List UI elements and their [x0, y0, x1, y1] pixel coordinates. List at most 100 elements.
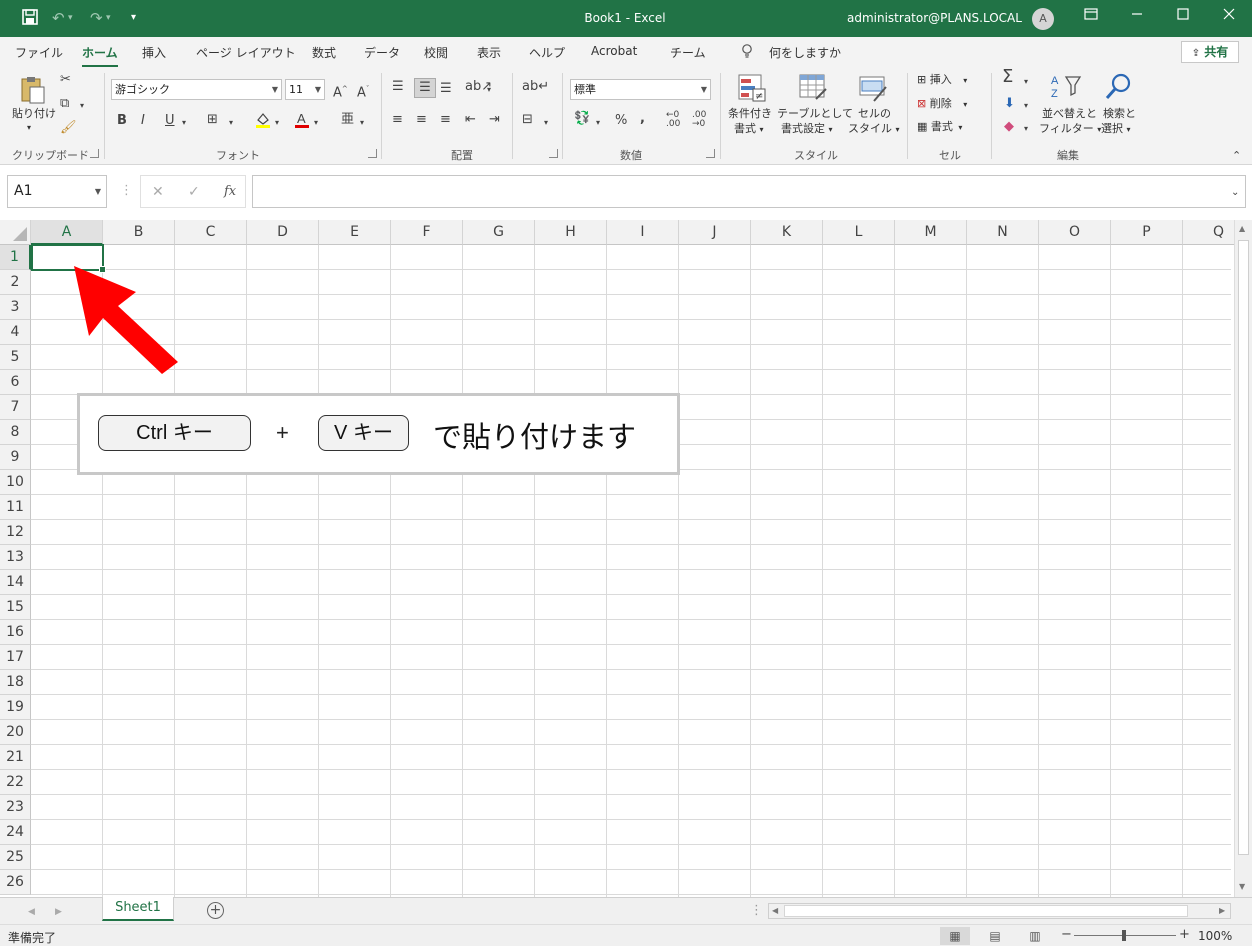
orientation-dropdown-icon[interactable]: ▾ [487, 83, 491, 97]
redo-dropdown-icon[interactable]: ▾ [106, 13, 111, 23]
tab-view[interactable]: 表示 [477, 44, 501, 61]
fill-color-dropdown-icon[interactable]: ▾ [275, 116, 279, 130]
scroll-thumb[interactable] [784, 905, 1188, 917]
column-header-g[interactable]: G [463, 220, 535, 245]
scroll-up-icon[interactable]: ▲ [1239, 224, 1245, 233]
formula-input[interactable]: ⌄ [252, 175, 1246, 208]
merge-center-icon[interactable]: ⊟ [522, 113, 533, 127]
accounting-dropdown-icon[interactable]: ▾ [596, 116, 600, 130]
row-header-13[interactable]: 13 [0, 545, 31, 570]
conditional-format-button[interactable]: 書式 ▾ [734, 122, 764, 137]
decrease-decimal-icon[interactable]: .00 →0 [692, 111, 706, 129]
underline-icon[interactable]: U [165, 114, 175, 128]
increase-indent-icon[interactable]: ⇥ [489, 113, 500, 127]
share-button[interactable]: ⇪ 共有 [1181, 41, 1239, 63]
percent-style-icon[interactable]: % [615, 114, 627, 128]
row-header-24[interactable]: 24 [0, 820, 31, 845]
font-launcher-icon[interactable] [368, 149, 377, 158]
accounting-format-icon[interactable]: 💱 [574, 112, 590, 126]
comma-style-icon[interactable]: , [640, 112, 645, 126]
conditional-format-icon[interactable]: ≠ [737, 73, 767, 106]
column-header-b[interactable]: B [103, 220, 175, 245]
scroll-left-icon[interactable]: ◀ [772, 904, 778, 918]
row-header-15[interactable]: 15 [0, 595, 31, 620]
column-header-d[interactable]: D [247, 220, 319, 245]
row-header-11[interactable]: 11 [0, 495, 31, 520]
minimize-icon[interactable] [1122, 8, 1152, 24]
font-size-combo[interactable]: 11 ▼ [285, 79, 325, 100]
row-header-17[interactable]: 17 [0, 645, 31, 670]
column-header-h[interactable]: H [535, 220, 607, 245]
italic-icon[interactable]: I [141, 114, 145, 128]
increase-decimal-icon[interactable]: ←0.00 [666, 111, 680, 129]
insert-cells-button[interactable]: ⊞ 挿入 ▾ [917, 73, 967, 88]
format-as-table-button[interactable]: 書式設定 ▾ [781, 122, 833, 137]
row-header-14[interactable]: 14 [0, 570, 31, 595]
row-header-8[interactable]: 8 [0, 420, 31, 445]
row-header-9[interactable]: 9 [0, 445, 31, 470]
align-left-icon[interactable]: ≡ [392, 113, 403, 127]
name-box[interactable]: A1 ▼ [7, 175, 107, 208]
next-sheet-icon[interactable]: ▶ [55, 905, 62, 919]
add-sheet-icon[interactable]: + [207, 902, 224, 919]
row-header-2[interactable]: 2 [0, 270, 31, 295]
customize-qat-icon[interactable]: ▾ [131, 12, 136, 23]
row-header-16[interactable]: 16 [0, 620, 31, 645]
maximize-icon[interactable] [1168, 8, 1198, 24]
undo-dropdown-icon[interactable]: ▾ [68, 13, 73, 23]
borders-icon[interactable]: ⊞ [207, 113, 218, 127]
find-select-icon[interactable] [1103, 72, 1133, 105]
fill-color-icon[interactable] [255, 111, 271, 133]
conditional-format-label1[interactable]: 条件付き [728, 107, 772, 121]
wrap-text-icon[interactable]: ab↵ [522, 80, 549, 94]
select-all-button[interactable] [0, 220, 31, 245]
tell-me-search[interactable]: 何をしますか [769, 44, 841, 61]
sort-filter-icon[interactable]: AZ [1050, 73, 1082, 104]
tab-insert[interactable]: 挿入 [142, 44, 166, 61]
paste-label[interactable]: 貼り付け [12, 107, 56, 121]
clear-icon[interactable]: ◆ [1004, 120, 1014, 134]
scroll-right-icon[interactable]: ▶ [1219, 904, 1225, 918]
align-middle-icon[interactable]: ☰ [414, 78, 436, 98]
phonetic-dropdown-icon[interactable]: ▾ [360, 116, 364, 130]
tab-formulas[interactable]: 数式 [312, 44, 336, 61]
expand-formula-bar-icon[interactable]: ⌄ [1231, 186, 1239, 200]
row-header-21[interactable]: 21 [0, 745, 31, 770]
number-launcher-icon[interactable] [706, 149, 715, 158]
paste-button[interactable] [18, 75, 48, 108]
tab-page-layout[interactable]: ページ レイアウト [196, 44, 296, 61]
row-header-23[interactable]: 23 [0, 795, 31, 820]
page-break-view-icon[interactable]: ▥ [1020, 927, 1050, 945]
sort-filter-button[interactable]: フィルター ▾ [1039, 122, 1101, 137]
column-header-f[interactable]: F [391, 220, 463, 245]
cell-styles-icon[interactable] [858, 73, 888, 106]
borders-dropdown-icon[interactable]: ▾ [229, 116, 233, 130]
font-name-combo[interactable]: 游ゴシック ▼ [111, 79, 282, 100]
cut-icon[interactable]: ✂ [60, 73, 71, 87]
enter-icon[interactable]: ✓ [188, 185, 200, 199]
column-header-m[interactable]: M [895, 220, 967, 245]
avatar[interactable]: A [1032, 8, 1054, 30]
redo-icon[interactable]: ↷ [90, 9, 103, 27]
tab-file[interactable]: ファイル [15, 44, 63, 61]
format-as-table-label1[interactable]: テーブルとして [777, 107, 853, 121]
close-icon[interactable] [1214, 8, 1244, 24]
phonetic-guide-icon[interactable]: 亜 [341, 113, 354, 127]
align-center-icon[interactable]: ≡ [416, 113, 427, 127]
align-bottom-icon[interactable]: ☰ [440, 82, 452, 96]
page-layout-view-icon[interactable]: ▤ [980, 927, 1010, 945]
decrease-indent-icon[interactable]: ⇤ [465, 113, 476, 127]
format-painter-icon[interactable]: 🖌 [60, 121, 77, 135]
row-header-3[interactable]: 3 [0, 295, 31, 320]
format-cells-button[interactable]: ▦ 書式 ▾ [917, 120, 962, 135]
tab-home[interactable]: ホーム [82, 44, 118, 68]
cell-styles-button[interactable]: スタイル ▾ [848, 122, 900, 137]
row-header-5[interactable]: 5 [0, 345, 31, 370]
column-header-k[interactable]: K [751, 220, 823, 245]
split-handle-icon[interactable]: ⋮ [750, 904, 763, 918]
cell-styles-label1[interactable]: セルの [858, 107, 891, 121]
undo-icon[interactable]: ↶ [52, 9, 65, 27]
sort-filter-label1[interactable]: 並べ替えと [1042, 107, 1097, 121]
sheet-tab[interactable]: Sheet1 [102, 897, 174, 921]
normal-view-icon[interactable]: ▦ [940, 927, 970, 945]
